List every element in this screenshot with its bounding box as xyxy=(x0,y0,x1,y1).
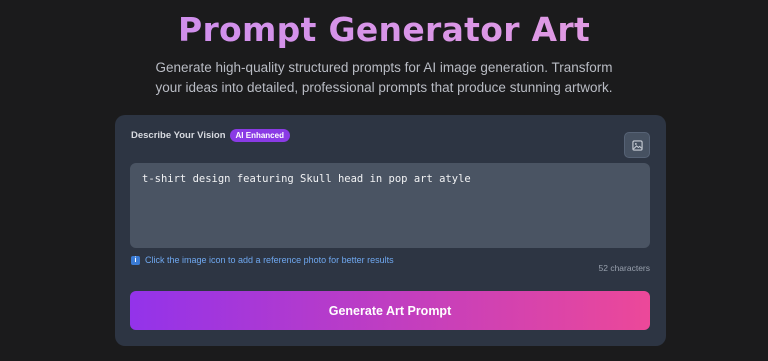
input-label-row: Describe Your Vision AI Enhanced xyxy=(131,129,290,142)
prompt-card: Describe Your Vision AI Enhanced t-shirt… xyxy=(115,115,666,346)
ai-enhanced-badge: AI Enhanced xyxy=(229,129,290,142)
page: Prompt Generator Art Generate high-quali… xyxy=(0,0,768,361)
add-image-button[interactable] xyxy=(624,132,650,158)
page-title: Prompt Generator Art xyxy=(0,10,768,49)
info-icon: i xyxy=(131,255,140,265)
page-subtitle: Generate high-quality structured prompts… xyxy=(155,60,613,95)
hint-text: Click the image icon to add a reference … xyxy=(145,255,394,265)
character-count: 52 characters xyxy=(598,263,651,273)
reference-hint: i Click the image icon to add a referenc… xyxy=(131,255,394,265)
vision-input[interactable]: t-shirt design featuring Skull head in p… xyxy=(130,163,650,248)
input-label: Describe Your Vision xyxy=(131,130,226,141)
generate-art-prompt-button[interactable]: Generate Art Prompt xyxy=(130,291,650,330)
image-icon xyxy=(631,139,643,151)
